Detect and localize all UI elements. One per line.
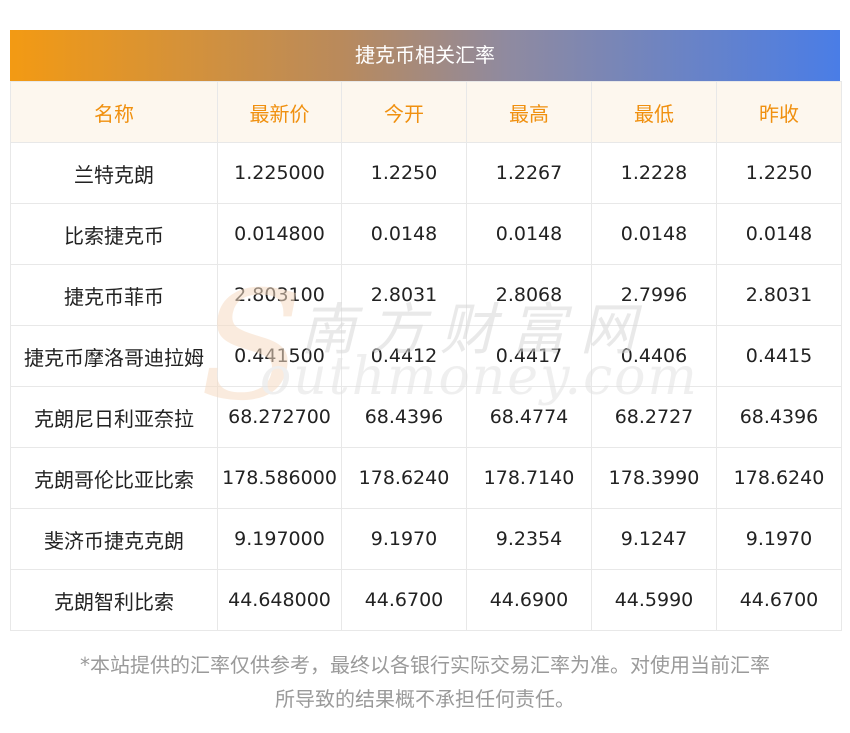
table-title: 捷克币相关汇率 bbox=[10, 30, 840, 81]
low-price: 0.4406 bbox=[591, 325, 717, 387]
low-price: 178.3990 bbox=[591, 447, 717, 509]
high-price: 1.2267 bbox=[466, 142, 592, 204]
prev-close-price: 44.6700 bbox=[716, 569, 842, 631]
open-price: 2.8031 bbox=[341, 264, 467, 326]
high-price: 2.8068 bbox=[466, 264, 592, 326]
table-row: 捷克币摩洛哥迪拉姆 0.441500 0.4412 0.4417 0.4406 … bbox=[10, 325, 842, 387]
currency-pair-name: 捷克币摩洛哥迪拉姆 bbox=[10, 325, 218, 387]
latest-price: 44.648000 bbox=[217, 569, 342, 631]
latest-price: 1.225000 bbox=[217, 142, 342, 204]
open-price: 0.0148 bbox=[341, 203, 467, 265]
column-header-low: 最低 bbox=[591, 81, 717, 143]
column-header-high: 最高 bbox=[466, 81, 592, 143]
currency-pair-name: 捷克币菲币 bbox=[10, 264, 218, 326]
open-price: 178.6240 bbox=[341, 447, 467, 509]
disclaimer-footnote: *本站提供的汇率仅供参考，最终以各银行实际交易汇率为准。对使用当前汇率 所导致的… bbox=[10, 648, 840, 716]
prev-close-price: 9.1970 bbox=[716, 508, 842, 570]
prev-close-price: 0.4415 bbox=[716, 325, 842, 387]
table-row: 比索捷克币 0.014800 0.0148 0.0148 0.0148 0.01… bbox=[10, 203, 842, 265]
latest-price: 9.197000 bbox=[217, 508, 342, 570]
currency-pair-name: 兰特克朗 bbox=[10, 142, 218, 204]
table-row: 兰特克朗 1.225000 1.2250 1.2267 1.2228 1.225… bbox=[10, 142, 842, 204]
open-price: 1.2250 bbox=[341, 142, 467, 204]
low-price: 44.5990 bbox=[591, 569, 717, 631]
prev-close-price: 1.2250 bbox=[716, 142, 842, 204]
table-row: 斐济币捷克克朗 9.197000 9.1970 9.2354 9.1247 9.… bbox=[10, 508, 842, 570]
disclaimer-line-1: *本站提供的汇率仅供参考，最终以各银行实际交易汇率为准。对使用当前汇率 bbox=[80, 653, 770, 677]
currency-pair-name: 克朗智利比索 bbox=[10, 569, 218, 631]
exchange-rate-page: 捷克币相关汇率 名称 最新价 今开 最高 最低 昨收 兰特克朗 1.225000… bbox=[0, 0, 850, 733]
prev-close-price: 68.4396 bbox=[716, 386, 842, 448]
high-price: 68.4774 bbox=[466, 386, 592, 448]
currency-pair-name: 比索捷克币 bbox=[10, 203, 218, 265]
currency-pair-name: 斐济币捷克克朗 bbox=[10, 508, 218, 570]
open-price: 0.4412 bbox=[341, 325, 467, 387]
prev-close-price: 178.6240 bbox=[716, 447, 842, 509]
high-price: 0.4417 bbox=[466, 325, 592, 387]
prev-close-price: 0.0148 bbox=[716, 203, 842, 265]
table-row: 克朗哥伦比亚比索 178.586000 178.6240 178.7140 17… bbox=[10, 447, 842, 509]
low-price: 1.2228 bbox=[591, 142, 717, 204]
header-row: 名称 最新价 今开 最高 最低 昨收 bbox=[10, 81, 842, 143]
column-header-name: 名称 bbox=[10, 81, 218, 143]
high-price: 178.7140 bbox=[466, 447, 592, 509]
open-price: 9.1970 bbox=[341, 508, 467, 570]
latest-price: 2.803100 bbox=[217, 264, 342, 326]
exchange-rate-table: 名称 最新价 今开 最高 最低 昨收 兰特克朗 1.225000 1.2250 … bbox=[10, 81, 842, 631]
low-price: 0.0148 bbox=[591, 203, 717, 265]
table-row: 捷克币菲币 2.803100 2.8031 2.8068 2.7996 2.80… bbox=[10, 264, 842, 326]
table-row: 克朗智利比索 44.648000 44.6700 44.6900 44.5990… bbox=[10, 569, 842, 631]
high-price: 9.2354 bbox=[466, 508, 592, 570]
column-header-prev-close: 昨收 bbox=[716, 81, 842, 143]
column-header-latest: 最新价 bbox=[217, 81, 342, 143]
high-price: 44.6900 bbox=[466, 569, 592, 631]
prev-close-price: 2.8031 bbox=[716, 264, 842, 326]
open-price: 44.6700 bbox=[341, 569, 467, 631]
latest-price: 0.014800 bbox=[217, 203, 342, 265]
column-header-open: 今开 bbox=[341, 81, 467, 143]
table-row: 克朗尼日利亚奈拉 68.272700 68.4396 68.4774 68.27… bbox=[10, 386, 842, 448]
latest-price: 0.441500 bbox=[217, 325, 342, 387]
high-price: 0.0148 bbox=[466, 203, 592, 265]
latest-price: 178.586000 bbox=[217, 447, 342, 509]
disclaimer-line-2: 所导致的结果概不承担任何责任。 bbox=[275, 687, 575, 711]
latest-price: 68.272700 bbox=[217, 386, 342, 448]
currency-pair-name: 克朗尼日利亚奈拉 bbox=[10, 386, 218, 448]
low-price: 9.1247 bbox=[591, 508, 717, 570]
low-price: 68.2727 bbox=[591, 386, 717, 448]
currency-pair-name: 克朗哥伦比亚比索 bbox=[10, 447, 218, 509]
low-price: 2.7996 bbox=[591, 264, 717, 326]
open-price: 68.4396 bbox=[341, 386, 467, 448]
